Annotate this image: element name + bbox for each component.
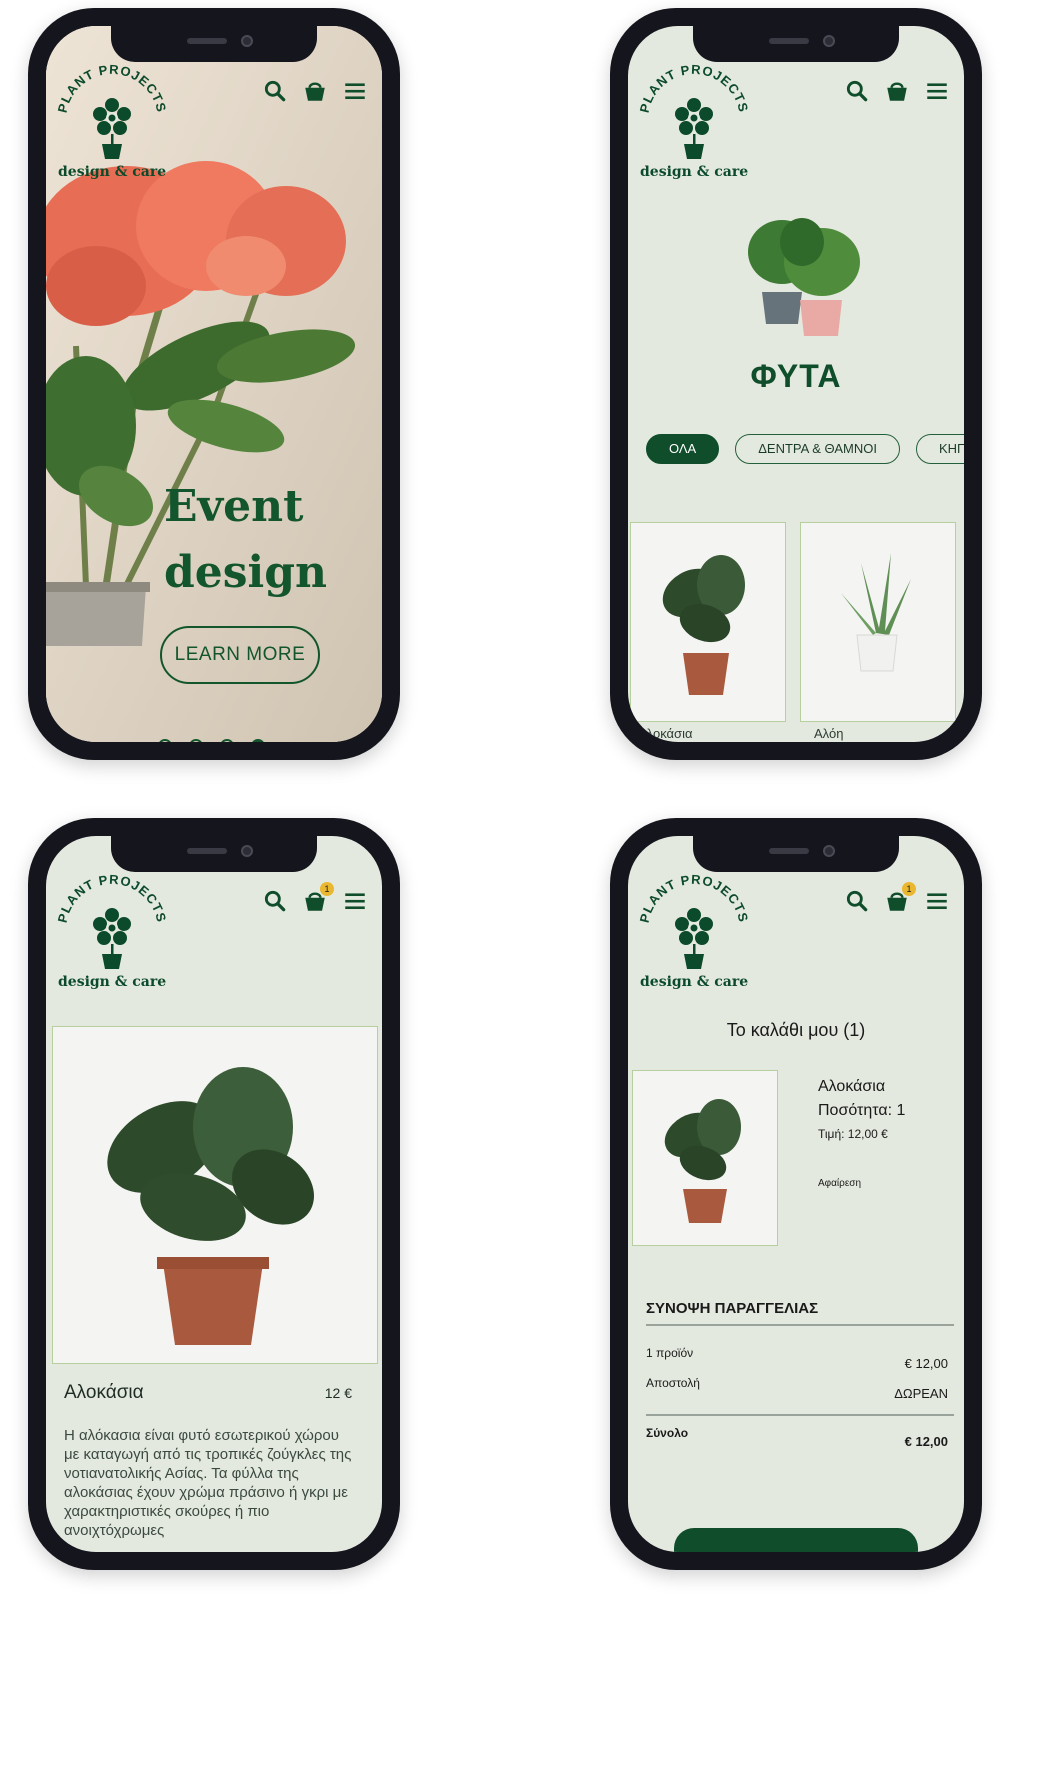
order-summary-title: ΣΥΝΟΨΗ ΠΑΡΑΓΓΕΛΙΑΣ — [646, 1300, 819, 1317]
brand-tagline: design & care — [640, 974, 749, 990]
product-name: Αλοκάσια — [64, 1382, 144, 1403]
learn-more-button[interactable]: LEARN MORE — [160, 626, 320, 684]
flower-logo-icon — [52, 62, 172, 162]
menu-icon[interactable] — [342, 888, 368, 914]
summary-items-value: € 12,00 — [904, 1356, 948, 1371]
divider — [646, 1414, 954, 1416]
cart-item-quantity: Ποσότητα: 1 — [818, 1102, 906, 1119]
checkout-button[interactable] — [674, 1528, 918, 1552]
product-name: Αλοκάσια — [638, 726, 693, 741]
basket-icon[interactable] — [302, 78, 328, 104]
search-icon[interactable] — [844, 78, 870, 104]
phone-home: design & care Event design LEARN MORE — [28, 8, 400, 760]
plants-category-image — [748, 218, 860, 336]
menu-icon[interactable] — [924, 888, 950, 914]
summary-total-value: € 12,00 — [904, 1434, 948, 1449]
flower-logo-icon — [52, 872, 172, 972]
alocasia-image — [662, 555, 745, 695]
brand-tagline: design & care — [58, 164, 167, 180]
filter-chip-trees[interactable]: ΔΕΝΤΡΑ & ΘΑΜΝΟΙ — [735, 434, 900, 464]
filter-chip-garden[interactable]: ΚΗΠ — [915, 434, 964, 464]
header-icons: 1 — [262, 882, 368, 914]
basket-icon[interactable] — [884, 78, 910, 104]
cart-item-name: Αλοκάσια — [818, 1078, 886, 1095]
home-screen: design & care Event design LEARN MORE — [46, 26, 382, 742]
basket-button[interactable]: 1 — [302, 882, 334, 914]
basket-button[interactable]: 1 — [884, 882, 916, 914]
carousel-dot[interactable] — [189, 739, 203, 742]
search-icon[interactable] — [844, 888, 870, 914]
product-card-alocasia[interactable] — [630, 522, 786, 722]
cart-item-image — [632, 1070, 778, 1246]
notch — [693, 26, 899, 62]
category-screen: design & care ΦΥΤΑ ΟΛΑ ΔΕΝΤΡΑ & ΘΑΜΝΟΙ Κ… — [628, 26, 964, 742]
brand-logo[interactable]: design & care — [52, 872, 172, 998]
menu-icon[interactable] — [342, 78, 368, 104]
summary-total-label: Σύνολο — [646, 1426, 689, 1440]
brand-logo[interactable]: design & care — [634, 62, 754, 188]
search-icon[interactable] — [262, 78, 288, 104]
cart-screen: design & care 1 Το καλάθι μου (1) Αλοκάσ… — [628, 836, 964, 1552]
notch — [111, 26, 317, 62]
product-price: 12 € — [324, 1385, 352, 1401]
category-title: ΦΥΤΑ — [750, 358, 842, 394]
carousel-dots — [158, 739, 265, 742]
search-icon[interactable] — [262, 888, 288, 914]
header-icons — [844, 78, 950, 104]
product-description: Η αλόκασια είναι φυτό εσωτερικού χώρου μ… — [64, 1427, 352, 1539]
carousel-dot[interactable] — [220, 739, 234, 742]
phone-cart: design & care 1 Το καλάθι μου (1) Αλοκάσ… — [610, 818, 982, 1570]
product-name: Αλόη — [814, 726, 844, 741]
notch — [693, 836, 899, 872]
cart-title: Το καλάθι μου (1) — [726, 1020, 866, 1040]
summary-items-label: 1 προϊόν — [646, 1346, 694, 1360]
header-icons — [262, 78, 368, 104]
cart-count-badge: 1 — [902, 882, 916, 896]
carousel-dot[interactable] — [158, 739, 172, 742]
filter-chips: ΟΛΑ ΔΕΝΤΡΑ & ΘΑΜΝΟΙ ΚΗΠ — [646, 434, 964, 464]
cart-item-price: Τιμή: 12,00 € — [818, 1127, 888, 1141]
summary-shipping-value: ΔΩΡΕΑΝ — [894, 1386, 948, 1401]
product-image — [52, 1026, 378, 1364]
hero-title: Event design — [164, 481, 328, 598]
brand-tagline: design & care — [640, 164, 749, 180]
brand-logo[interactable]: design & care — [634, 872, 754, 998]
notch — [111, 836, 317, 872]
cart-count-badge: 1 — [320, 882, 334, 896]
alocasia-image — [107, 1067, 314, 1345]
divider — [646, 1324, 954, 1326]
aloe-image — [841, 553, 911, 672]
phone-category: design & care ΦΥΤΑ ΟΛΑ ΔΕΝΤΡΑ & ΘΑΜΝΟΙ Κ… — [610, 8, 982, 760]
header-icons: 1 — [844, 882, 950, 914]
phone-product-detail: design & care 1 Αλοκάσια 12 € Η αλόκασια… — [28, 818, 400, 1570]
flower-logo-icon — [634, 872, 754, 972]
brand-logo[interactable]: design & care — [52, 62, 172, 188]
alocasia-image — [664, 1099, 741, 1223]
product-card-aloe[interactable] — [800, 522, 956, 722]
carousel-dot-active[interactable] — [251, 739, 265, 742]
summary-shipping-label: Αποστολή — [646, 1376, 700, 1390]
menu-icon[interactable] — [924, 78, 950, 104]
product-detail-screen: design & care 1 Αλοκάσια 12 € Η αλόκασια… — [46, 836, 382, 1552]
filter-chip-all[interactable]: ΟΛΑ — [646, 434, 720, 464]
flower-logo-icon — [634, 62, 754, 162]
brand-tagline: design & care — [58, 974, 167, 990]
remove-item-button[interactable]: Αφαίρεση — [818, 1178, 861, 1189]
